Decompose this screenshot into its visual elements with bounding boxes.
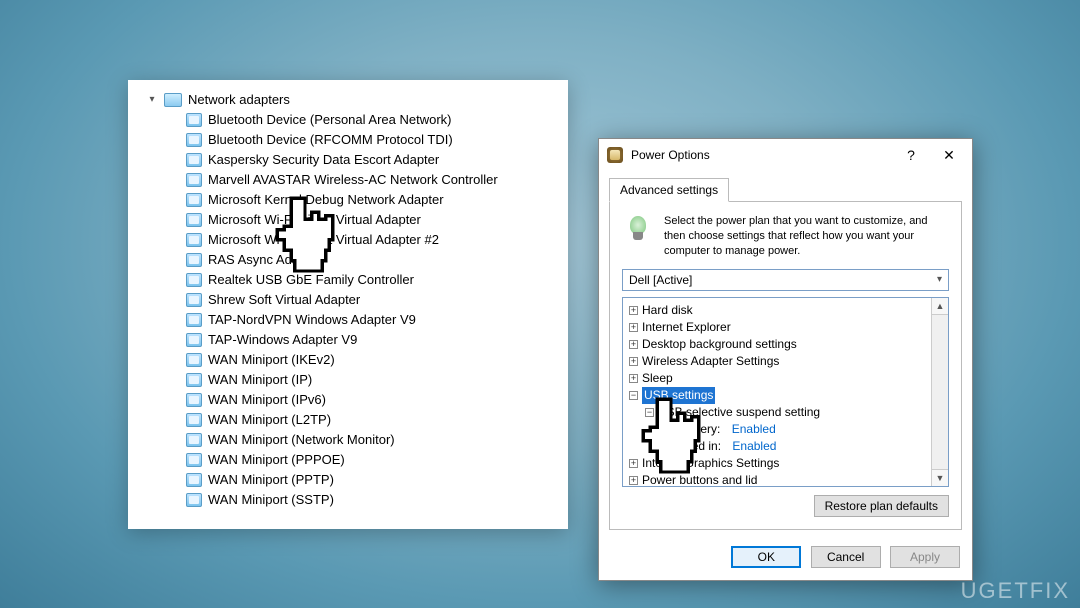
plugged-in-value[interactable]: Enabled (732, 438, 776, 455)
device-manager-panel: ▾ Network adapters Bluetooth Device (Per… (128, 80, 568, 529)
tabstrip: Advanced settings (599, 171, 972, 201)
tree-item-label: Marvell AVASTAR Wireless-AC Network Cont… (208, 171, 498, 189)
tree-children: Bluetooth Device (Personal Area Network)… (186, 111, 550, 509)
tree-item-label: WAN Miniport (IPv6) (208, 391, 326, 409)
network-adapter-category-icon (164, 93, 182, 107)
network-adapter-icon (186, 433, 202, 447)
tree-item-label: WAN Miniport (L2TP) (208, 411, 331, 429)
tree-root-label: Network adapters (188, 92, 290, 107)
help-button[interactable]: ? (896, 147, 926, 163)
tree-item[interactable]: Marvell AVASTAR Wireless-AC Network Cont… (186, 171, 550, 189)
network-adapter-icon (186, 253, 202, 267)
network-adapter-icon (186, 333, 202, 347)
chevron-down-icon: ▾ (146, 94, 158, 105)
tree-item[interactable]: WAN Miniport (IP) (186, 371, 550, 389)
network-adapter-icon (186, 413, 202, 427)
tree-item-label: Bluetooth Device (Personal Area Network) (208, 111, 452, 129)
cancel-button[interactable]: Cancel (811, 546, 881, 568)
tree-item-label: TAP-Windows Adapter V9 (208, 331, 357, 349)
tree-item[interactable]: Realtek USB GbE Family Controller (186, 271, 550, 289)
expand-icon[interactable]: + (629, 374, 638, 383)
dialog-button-row: OK Cancel Apply (599, 540, 972, 580)
tree-item[interactable]: TAP-Windows Adapter V9 (186, 331, 550, 349)
lightbulb-icon (622, 214, 654, 246)
tree-item[interactable]: WAN Miniport (IKEv2) (186, 351, 550, 369)
tree-item-label: WAN Miniport (PPTP) (208, 471, 334, 489)
tree-item[interactable]: WAN Miniport (Network Monitor) (186, 431, 550, 449)
network-adapter-icon (186, 493, 202, 507)
network-adapter-icon (186, 353, 202, 367)
cursor-hand-icon (636, 396, 706, 491)
network-adapter-icon (186, 213, 202, 227)
network-adapter-icon (186, 373, 202, 387)
tree-item[interactable]: Bluetooth Device (RFCOMM Protocol TDI) (186, 131, 550, 149)
power-plan-select[interactable]: Dell [Active] ▾ (622, 269, 949, 291)
tree-item[interactable]: Microsoft Wi-Fi Direct Virtual Adapter (186, 211, 550, 229)
power-plug-icon (607, 147, 623, 163)
network-adapter-icon (186, 393, 202, 407)
ok-button[interactable]: OK (731, 546, 801, 568)
tree-item-desktop-bg[interactable]: Desktop background settings (642, 336, 797, 353)
watermark: UGETFIX (961, 578, 1070, 604)
network-adapter-icon (186, 193, 202, 207)
tree-item[interactable]: Microsoft Wi-Fi Direct Virtual Adapter #… (186, 231, 550, 249)
tree-item-label: WAN Miniport (IKEv2) (208, 351, 335, 369)
on-battery-value[interactable]: Enabled (732, 421, 776, 438)
dialog-description: Select the power plan that you want to c… (664, 214, 949, 259)
tree-item-label: Bluetooth Device (RFCOMM Protocol TDI) (208, 131, 453, 149)
scroll-down-icon[interactable]: ▼ (932, 469, 948, 486)
tree-item[interactable]: TAP-NordVPN Windows Adapter V9 (186, 311, 550, 329)
tree-item[interactable]: WAN Miniport (PPPOE) (186, 451, 550, 469)
expand-icon[interactable]: + (629, 340, 638, 349)
network-adapter-icon (186, 273, 202, 287)
expand-icon[interactable]: + (629, 357, 638, 366)
expand-icon[interactable]: + (629, 306, 638, 315)
dialog-title: Power Options (631, 148, 888, 162)
apply-button[interactable]: Apply (890, 546, 960, 568)
tree-item-ie[interactable]: Internet Explorer (642, 319, 731, 336)
network-adapter-icon (186, 473, 202, 487)
tree-item-sleep[interactable]: Sleep (642, 370, 673, 387)
network-adapter-icon (186, 233, 202, 247)
tree-item[interactable]: Bluetooth Device (Personal Area Network) (186, 111, 550, 129)
tree-root-network-adapters[interactable]: ▾ Network adapters (146, 92, 550, 107)
tree-item[interactable]: WAN Miniport (IPv6) (186, 391, 550, 409)
tree-item[interactable]: RAS Async Adapter (186, 251, 550, 269)
network-adapter-icon (186, 293, 202, 307)
expand-icon[interactable]: + (629, 323, 638, 332)
tree-item-wireless[interactable]: Wireless Adapter Settings (642, 353, 779, 370)
tree-item[interactable]: WAN Miniport (PPTP) (186, 471, 550, 489)
power-options-dialog: Power Options ? ✕ Advanced settings Sele… (598, 138, 973, 581)
tab-advanced-settings[interactable]: Advanced settings (609, 178, 729, 202)
close-button[interactable]: ✕ (934, 147, 964, 164)
network-adapter-icon (186, 173, 202, 187)
network-adapter-icon (186, 133, 202, 147)
network-adapter-icon (186, 153, 202, 167)
tree-item[interactable]: Kaspersky Security Data Escort Adapter (186, 151, 550, 169)
scrollbar[interactable]: ▲ ▼ (931, 298, 948, 486)
tree-item-hard-disk[interactable]: Hard disk (642, 302, 693, 319)
titlebar: Power Options ? ✕ (599, 139, 972, 171)
tree-item[interactable]: WAN Miniport (SSTP) (186, 491, 550, 509)
tree-item-label: WAN Miniport (PPPOE) (208, 451, 345, 469)
cursor-hand-icon (270, 195, 340, 290)
restore-defaults-button[interactable]: Restore plan defaults (814, 495, 949, 517)
network-adapter-icon (186, 113, 202, 127)
network-adapter-icon (186, 453, 202, 467)
tree-item[interactable]: Shrew Soft Virtual Adapter (186, 291, 550, 309)
network-adapter-icon (186, 313, 202, 327)
tree-item-label: Kaspersky Security Data Escort Adapter (208, 151, 439, 169)
tree-item-label: WAN Miniport (IP) (208, 371, 312, 389)
scroll-up-icon[interactable]: ▲ (932, 298, 948, 315)
tree-item-label: Shrew Soft Virtual Adapter (208, 291, 360, 309)
tree-item-label: WAN Miniport (Network Monitor) (208, 431, 395, 449)
tree-item[interactable]: Microsoft Kernel Debug Network Adapter (186, 191, 550, 209)
tree-item[interactable]: WAN Miniport (L2TP) (186, 411, 550, 429)
tree-item-label: WAN Miniport (SSTP) (208, 491, 334, 509)
tree-item-label: TAP-NordVPN Windows Adapter V9 (208, 311, 416, 329)
power-plan-selected: Dell [Active] (629, 273, 692, 287)
chevron-down-icon: ▾ (937, 274, 942, 285)
